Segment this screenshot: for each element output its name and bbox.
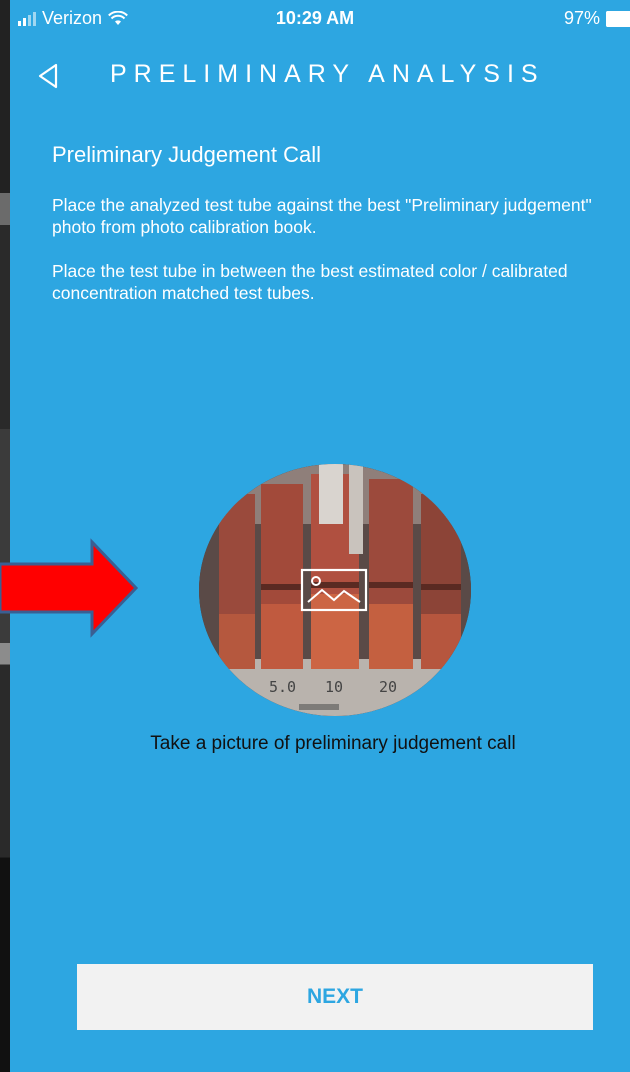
instruction-paragraph-2: Place the test tube in between the best …: [52, 261, 568, 303]
photo-label-20: 20: [379, 678, 397, 696]
image-placeholder-icon: [300, 568, 368, 612]
instruction-paragraph-1: Place the analyzed test tube against the…: [52, 195, 592, 237]
battery-icon: [606, 10, 630, 27]
app-screen: Verizon 10:29 AM 97% PRELIMINARY ANALYSI…: [0, 0, 630, 1072]
page-title: PRELIMINARY ANALYSIS: [110, 60, 545, 88]
nav-bar: PRELIMINARY ANALYSIS: [0, 48, 630, 104]
status-time: 10:29 AM: [275, 8, 355, 28]
photo-label-10: 10: [325, 678, 343, 696]
photo-edge-strip: [0, 0, 10, 1072]
back-triangle-icon: [38, 63, 58, 89]
status-bar: Verizon 10:29 AM 97%: [0, 0, 630, 38]
battery-percent: 97%: [563, 8, 600, 28]
back-button[interactable]: [30, 58, 66, 94]
photo-label-5: 5.0: [269, 678, 296, 696]
red-arrow-icon: [0, 538, 139, 638]
status-right: 97%: [564, 8, 630, 29]
next-button[interactable]: NEXT: [77, 964, 593, 1030]
photo-caption: Take a picture of preliminary judgement …: [150, 733, 516, 754]
section-title: Preliminary Judgement Call: [52, 142, 321, 167]
